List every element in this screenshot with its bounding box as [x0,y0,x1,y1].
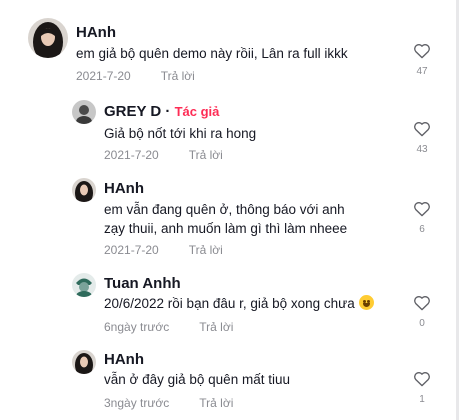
comment-text: vẫn ở đây giả bộ quên mất tiuu [104,372,290,387]
heart-outline-icon[interactable] [413,294,431,311]
comment-meta: 3ngày trước Trả lời [104,396,233,410]
comment-date: 2021-7-20 [76,69,131,83]
reply-button[interactable]: Trả lời [199,396,233,410]
comment-text: 20/6/2022 rồi bạn đâu r, giả bộ xong chư… [104,294,394,313]
avatar[interactable] [72,350,96,374]
commenter-name[interactable]: Tuan Anhh [104,275,181,292]
comment-meta: 2021-7-20 Trả lời [104,148,223,162]
comment-text: em giả bộ quên demo này rồii, Lân ra ful… [76,46,348,61]
comment-item: HAnh em giả bộ quên demo này rồii, Lân r… [0,18,459,90]
heart-outline-icon[interactable] [413,42,431,59]
comment-meta: 6ngày trước Trả lời [104,320,233,334]
comment-meta: 2021-7-20 Trả lời [104,243,223,257]
commenter-name[interactable]: HAnh [76,24,116,41]
like-count: 1 [419,394,425,405]
avatar[interactable] [28,18,68,58]
commenter-name-row: GREY D · Tác giả [104,103,219,120]
reply-item: HAnh em vẫn đang quên ở, thông báo với a… [0,176,459,264]
name-separator: · [161,103,175,120]
comment-date: 6ngày trước [104,320,170,334]
like-button[interactable]: 1 [410,370,434,405]
commenter-name[interactable]: HAnh [104,180,144,197]
comment-text: em vẫn đang quên ở, thông báo với anh zạ… [104,202,348,236]
reply-button[interactable]: Trả lời [189,243,223,257]
commenter-name[interactable]: HAnh [104,351,144,368]
avatar[interactable] [72,273,96,297]
commenter-name[interactable]: GREY D [104,103,161,120]
comment-meta: 2021-7-20 Trả lời [76,69,195,83]
comment-date: 2021-7-20 [104,148,159,162]
reply-button[interactable]: Trả lời [161,69,195,83]
reply-item: Tuan Anhh 20/6/2022 rồi bạn đâu r, giả b… [0,272,459,338]
like-button[interactable]: 0 [410,294,434,329]
like-button[interactable]: 6 [410,200,434,235]
reply-button[interactable]: Trả lời [189,148,223,162]
comment-date: 3ngày trước [104,396,170,410]
like-count: 47 [416,66,428,77]
comment-panel: HAnh em giả bộ quên demo này rồii, Lân r… [0,0,459,420]
reply-item: HAnh vẫn ở đây giả bộ quên mất tiuu 3ngà… [0,348,459,414]
like-count: 6 [419,224,425,235]
author-badge: Tác giả [174,104,220,119]
heart-outline-icon[interactable] [413,200,431,217]
like-button[interactable]: 47 [410,42,434,77]
laughing-emoji-icon [358,295,374,310]
comment-date: 2021-7-20 [104,243,159,257]
reply-button[interactable]: Trả lời [199,320,233,334]
like-button[interactable]: 43 [410,120,434,155]
reply-item: GREY D · Tác giả Giả bộ nốt tới khi ra h… [0,98,459,168]
avatar[interactable] [72,100,96,124]
heart-outline-icon[interactable] [413,120,431,137]
like-count: 0 [419,318,425,329]
comment-text-content: 20/6/2022 rồi bạn đâu r, giả bộ xong chư… [104,296,355,311]
comment-text: Giả bộ nốt tới khi ra hong [104,126,257,141]
avatar[interactable] [72,178,96,202]
heart-outline-icon[interactable] [413,370,431,387]
like-count: 43 [416,144,428,155]
